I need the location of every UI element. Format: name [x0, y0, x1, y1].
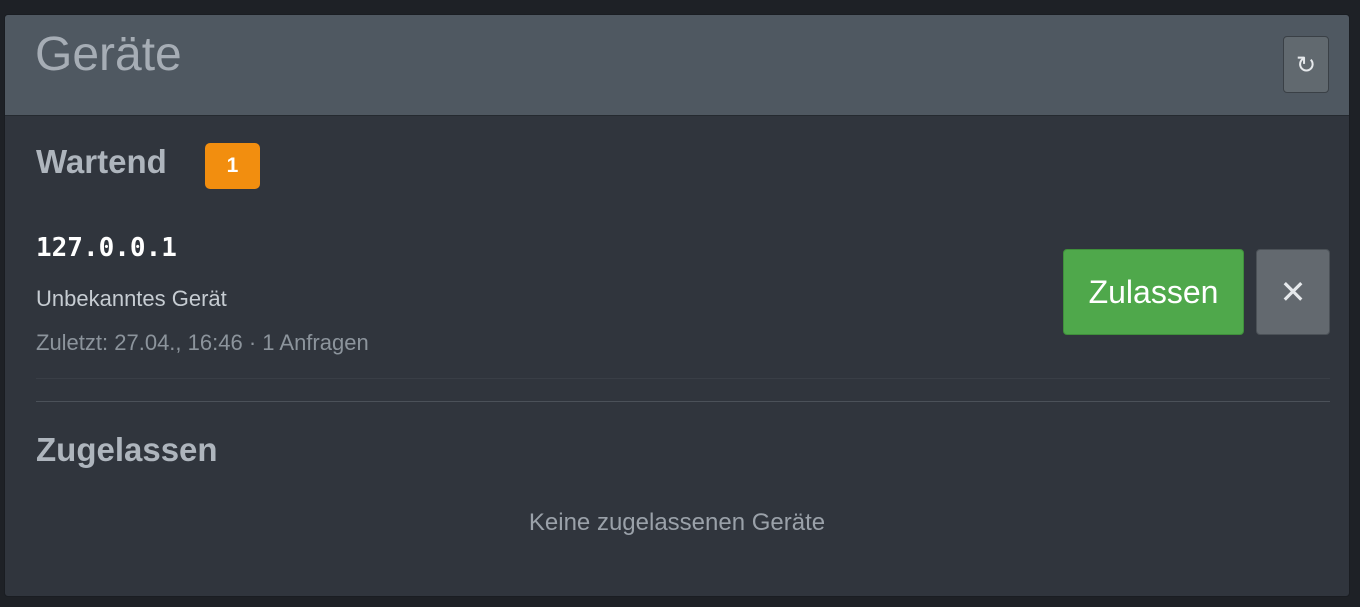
refresh-button[interactable]: ↻: [1283, 36, 1329, 93]
device-meta: Zuletzt: 27.04., 16:46 · 1 Anfragen: [36, 330, 369, 356]
meta-separator: ·: [242, 330, 263, 355]
device-request-count: 1 Anfragen: [262, 330, 369, 355]
section-divider: [36, 401, 1330, 402]
pending-count-badge: 1: [205, 143, 260, 189]
close-icon: ✕: [1279, 273, 1307, 311]
pending-heading: Wartend: [36, 143, 167, 180]
reject-button[interactable]: ✕: [1256, 249, 1330, 335]
devices-panel: Geräte ↻ Wartend 1 127.0.0.1 Unbekanntes…: [4, 14, 1350, 597]
approved-heading: Zugelassen: [36, 431, 218, 468]
device-ip: 127.0.0.1: [36, 233, 177, 263]
approved-empty-text: Keine zugelassenen Geräte: [528, 509, 826, 536]
page-title: Geräte: [35, 28, 182, 81]
row-divider: [36, 378, 1330, 379]
panel-header: Geräte ↻: [5, 15, 1349, 116]
approve-button[interactable]: Zulassen: [1063, 249, 1244, 335]
device-last-seen: Zuletzt: 27.04., 16:46: [36, 330, 243, 355]
device-name: Unbekanntes Gerät: [36, 286, 227, 311]
refresh-icon: ↻: [1295, 50, 1317, 79]
